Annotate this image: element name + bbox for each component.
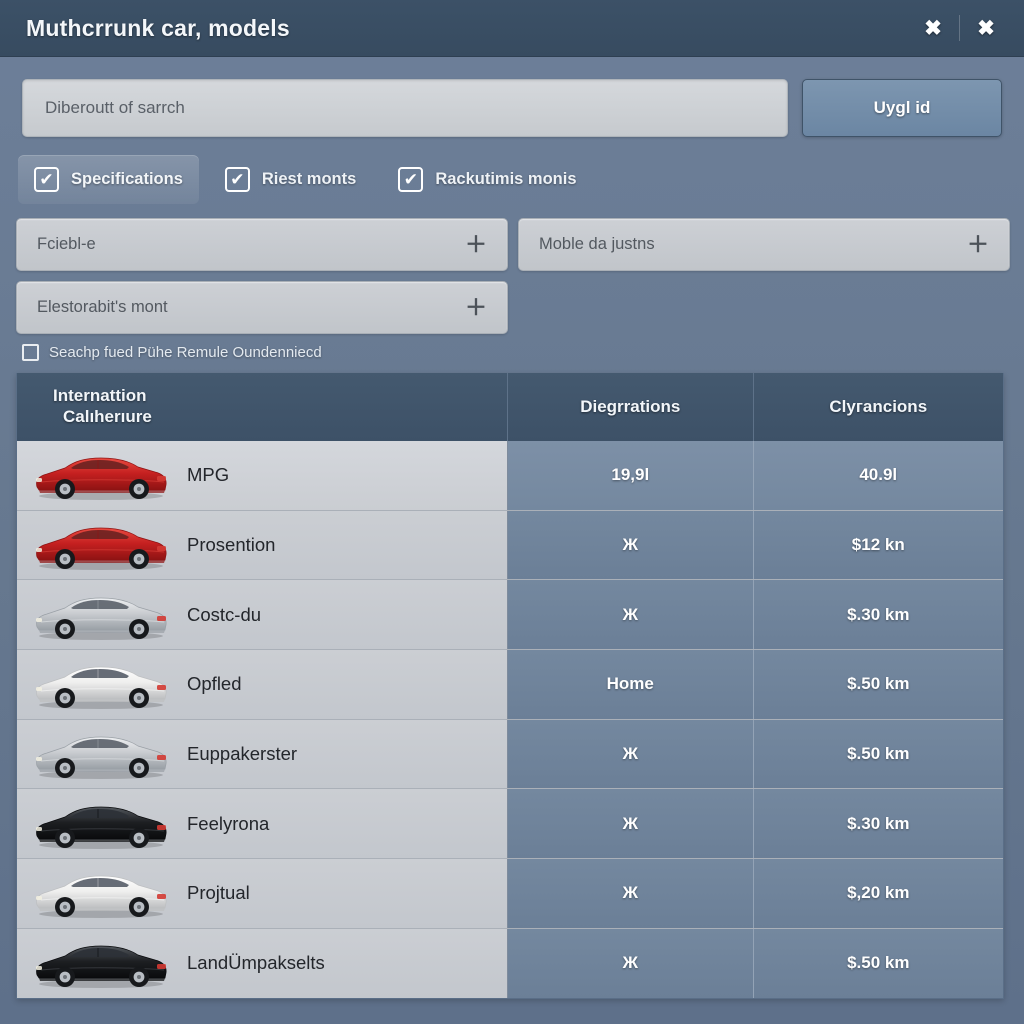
plus-icon[interactable]: ＋ — [465, 296, 487, 319]
header-divider — [959, 15, 960, 41]
search-placeholder: Diberoutt of sarrch — [45, 98, 185, 117]
cell-cluyancions: $.30 km — [753, 789, 1003, 859]
table-row[interactable]: Feelyrona Ж $.30 km — [17, 788, 1003, 859]
filter-rackutimis-monis[interactable]: ✔ Rackutimis monis — [382, 155, 592, 204]
table-body: MPG 19,9l 40.9l Prosention Ж $12 kn Cost… — [17, 441, 1003, 998]
model-name: Feelyrona — [187, 812, 270, 834]
search-row: Diberoutt of sarrch Uygl id — [0, 57, 1024, 137]
cell-cluyancions: $.30 km — [753, 580, 1003, 650]
table-row[interactable]: Euppakerster Ж $.50 km — [17, 718, 1003, 789]
table-row[interactable]: Projtual Ж $,20 km — [17, 858, 1003, 928]
model-name: Projtual — [187, 882, 250, 904]
header-actions: ✖ ✖ — [915, 11, 1004, 45]
checkbox-checked-icon: ✔ — [34, 167, 59, 192]
cell-model: MPG — [17, 441, 509, 510]
model-name: Costc-du — [187, 603, 262, 625]
cell-model: LandÜmpakselts — [17, 928, 509, 998]
close-icon[interactable]: ✖ — [915, 11, 951, 45]
filter-label: Riest monts — [261, 170, 357, 188]
cell-diegrrations: Ж — [508, 510, 754, 580]
car-thumbnail-icon — [31, 658, 171, 710]
cell-diegrrations: 19,9l — [508, 441, 754, 510]
cell-model: Feelyrona — [17, 789, 509, 859]
checkbox-checked-icon: ✔ — [224, 167, 250, 192]
cell-diegrrations: Home — [508, 650, 754, 719]
cell-model: Projtual — [17, 859, 509, 928]
apply-button[interactable]: Uygl id — [802, 79, 1002, 137]
cell-cluyancions: $,20 km — [753, 859, 1003, 928]
column-header-model-line2: Calıherıure — [63, 407, 152, 426]
close-window-icon[interactable]: ✖ — [968, 11, 1004, 45]
select-value: Fciebl-e — [37, 235, 96, 253]
model-name: Prosention — [187, 534, 276, 556]
saved-search-label: Seachp fued Pühe Remule Oundenniecd — [49, 344, 322, 361]
titlebar: Muthcrrunk car, models ✖ ✖ — [0, 0, 1024, 57]
column-header-cluyancions[interactable]: Clугancions — [753, 373, 1003, 441]
plus-icon[interactable]: ＋ — [465, 233, 487, 256]
table-row[interactable]: Costc-du Ж $.30 km — [17, 579, 1003, 650]
car-thumbnail-icon — [31, 867, 171, 919]
filter-label: Specifications — [71, 170, 183, 188]
cell-cluyancions: $.50 km — [753, 719, 1003, 789]
page-title: Muthcrrunk car, models — [26, 14, 290, 41]
select-value: Elestorabit's mont — [37, 298, 168, 316]
table-row[interactable]: LandÜmpakselts Ж $.50 km — [17, 927, 1003, 998]
table-row[interactable]: Opfled Home $.50 km — [17, 649, 1003, 719]
checkbox-checked-icon: ✔ — [398, 167, 424, 192]
checkbox-unchecked-icon — [22, 344, 39, 361]
cell-model: Euppakerster — [17, 719, 509, 789]
filter-checkbox-group: ✔ Specifications ✔ Riest monts ✔ Rackuti… — [0, 137, 1024, 204]
select-value: Moble da justns — [539, 235, 655, 253]
search-input[interactable]: Diberoutt of sarrch — [22, 79, 788, 137]
cell-cluyancions: $.50 km — [753, 650, 1003, 719]
cell-diegrrations: Ж — [508, 859, 754, 928]
cell-diegrrations: Ж — [508, 928, 754, 998]
model-name: Euppakerster — [187, 743, 298, 765]
cell-diegrrations: Ж — [508, 580, 754, 650]
column-header-diegrrations[interactable]: Diegrrations — [508, 373, 754, 441]
table-row[interactable]: Prosention Ж $12 kn — [17, 509, 1003, 580]
filter-riest-monts[interactable]: ✔ Riest monts — [209, 155, 372, 204]
car-comparison-window: Muthcrrunk car, models ✖ ✖ Diberoutt of … — [0, 0, 1024, 1024]
column-header-model-line1: Internattion — [53, 386, 147, 406]
select-moble-da-justns[interactable]: Moble da justns ＋ — [518, 218, 1010, 271]
car-thumbnail-icon — [31, 589, 171, 641]
model-name: Opfled — [187, 673, 242, 695]
plus-icon[interactable]: ＋ — [967, 233, 989, 256]
filter-specifications[interactable]: ✔ Specifications — [18, 155, 199, 204]
select-group: Fciebl-e ＋ Moble da justns ＋ Elestorabit… — [0, 204, 1024, 334]
cell-diegrrations: Ж — [508, 719, 754, 789]
car-thumbnail-icon — [31, 449, 171, 501]
model-name: LandÜmpakselts — [187, 952, 325, 974]
cell-model: Opfled — [17, 650, 509, 719]
select-fciebl-e[interactable]: Fciebl-e ＋ — [16, 218, 508, 271]
car-thumbnail-icon — [31, 937, 171, 989]
saved-search-checkbox[interactable]: Seachp fued Pühe Remule Oundenniecd — [0, 334, 1024, 361]
car-thumbnail-icon — [31, 798, 171, 850]
cell-diegrrations: Ж — [508, 789, 754, 859]
table-header-row: Internattion Calıherıure Diegrrations Cl… — [17, 373, 1003, 441]
table-row[interactable]: MPG 19,9l 40.9l — [17, 441, 1003, 510]
cell-cluyancions: 40.9l — [753, 441, 1003, 510]
cell-cluyancions: $12 kn — [753, 510, 1003, 580]
car-thumbnail-icon — [31, 728, 171, 780]
comparison-table: Internattion Calıherıure Diegrrations Cl… — [16, 373, 1004, 999]
filter-label: Rackutimis monis — [435, 170, 577, 188]
cell-model: Prosention — [17, 510, 509, 580]
model-name: MPG — [187, 464, 230, 486]
select-elestorabits-mont[interactable]: Elestorabit's mont ＋ — [16, 281, 508, 334]
cell-cluyancions: $.50 km — [753, 928, 1003, 998]
car-thumbnail-icon — [31, 519, 171, 571]
cell-model: Costc-du — [17, 580, 509, 650]
column-header-model[interactable]: Internattion Calıherıure — [17, 373, 509, 441]
